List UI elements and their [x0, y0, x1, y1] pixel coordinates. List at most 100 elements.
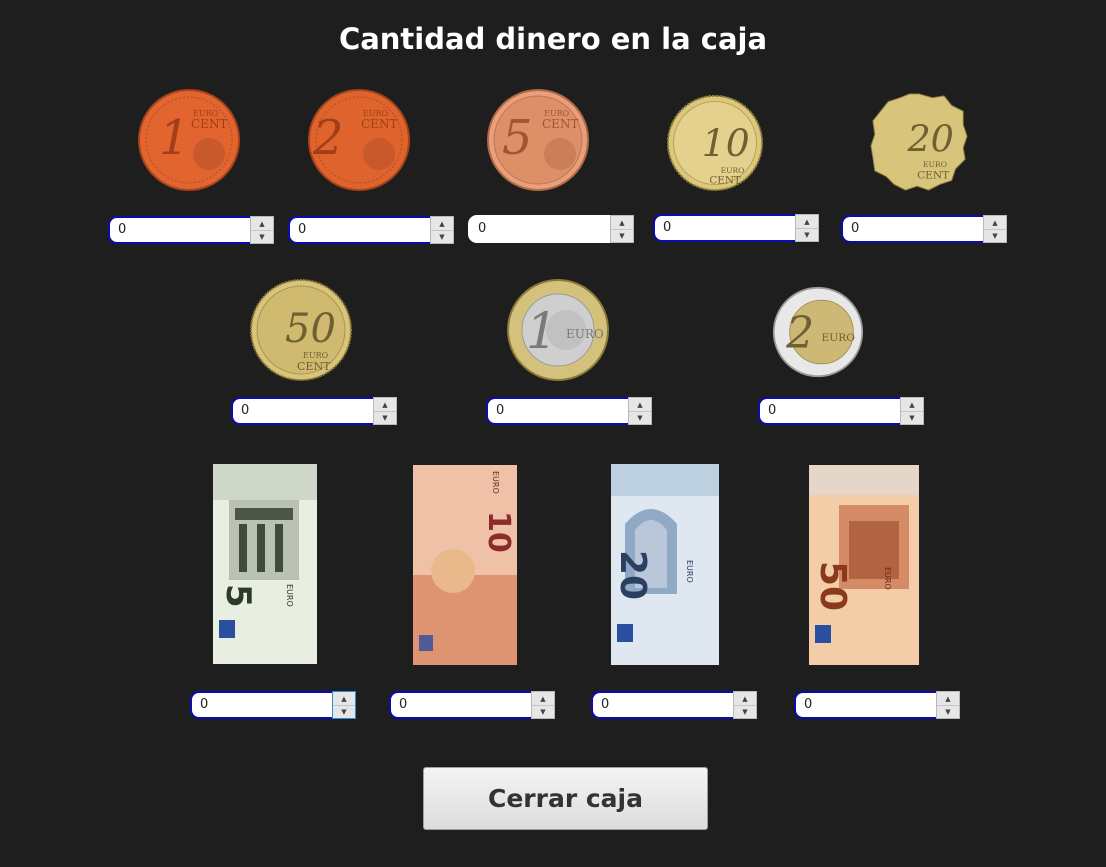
- spinner-arrows: ▲ ▼: [936, 691, 960, 719]
- note-5-euro-image: 5 EURO: [213, 464, 317, 664]
- note-20-euro-image: 20 EURO: [611, 464, 719, 665]
- increment-arrow-icon[interactable]: ▲: [333, 692, 355, 706]
- spinner-arrows: ▲ ▼: [373, 397, 397, 425]
- decrement-arrow-icon[interactable]: ▼: [937, 705, 959, 718]
- coin-20-cent-image: 20 EURO CENT: [869, 92, 969, 192]
- decrement-arrow-icon[interactable]: ▼: [251, 230, 273, 243]
- svg-text:EURO: EURO: [685, 560, 694, 583]
- spinner-arrows: ▲ ▼: [250, 216, 274, 244]
- spinner-arrows: ▲ ▼: [430, 216, 454, 244]
- coin-2-euro-label: 2: [785, 308, 814, 359]
- spinner-note-50-euro: ▲ ▼: [794, 691, 960, 723]
- coin-2-euro-image: 2 EURO: [772, 286, 864, 378]
- increment-arrow-icon[interactable]: ▲: [901, 398, 923, 412]
- decrement-arrow-icon[interactable]: ▼: [796, 228, 818, 241]
- spinner-note-20-euro: ▲ ▼: [591, 691, 757, 723]
- svg-text:EURO: EURO: [285, 584, 294, 607]
- spinner-coin-2-cent: ▲ ▼: [288, 216, 454, 248]
- increment-arrow-icon[interactable]: ▲: [611, 216, 633, 230]
- close-register-button[interactable]: Cerrar caja: [423, 767, 708, 830]
- note-20-euro-quantity-input[interactable]: [601, 695, 725, 713]
- spinner-coin-20-cent: ▲ ▼: [841, 215, 1007, 247]
- coin-2-cent-image: 2 EURO CENT: [307, 88, 411, 192]
- note-50-euro-label: 50: [812, 561, 853, 611]
- decrement-arrow-icon[interactable]: ▼: [532, 705, 554, 718]
- coin-5-cent-image: 5 EURO CENT: [486, 88, 590, 192]
- coin-5-cent-quantity-input[interactable]: [478, 219, 602, 237]
- coin-2-cent-label: 2: [312, 110, 344, 166]
- increment-arrow-icon[interactable]: ▲: [796, 215, 818, 229]
- spinner-coin-2-euro: ▲ ▼: [758, 397, 924, 429]
- spinner-arrows: ▲ ▼: [332, 691, 356, 719]
- coin-50-cent-quantity-input[interactable]: [241, 401, 365, 419]
- increment-arrow-icon[interactable]: ▲: [431, 217, 453, 231]
- spinner-arrows: ▲ ▼: [628, 397, 652, 425]
- coin-1-euro-image: 1 EURO: [506, 278, 610, 382]
- decrement-arrow-icon[interactable]: ▼: [431, 230, 453, 243]
- note-5-euro-label: 5: [218, 584, 258, 608]
- decrement-arrow-icon[interactable]: ▼: [333, 705, 355, 718]
- page-title: Cantidad dinero en la caja: [338, 22, 768, 56]
- svg-text:CENT: CENT: [917, 170, 949, 182]
- note-10-euro-quantity-input[interactable]: [399, 695, 523, 713]
- coin-50-cent-label: 50: [285, 306, 336, 352]
- spinner-coin-1-cent: ▲ ▼: [108, 216, 274, 248]
- spinner-note-5-euro: ▲ ▼: [190, 691, 356, 723]
- increment-arrow-icon[interactable]: ▲: [374, 398, 396, 412]
- spinner-coin-10-cent: ▲ ▼: [653, 214, 819, 246]
- coin-5-cent-label: 5: [502, 110, 533, 166]
- coin-1-cent-image: 1 EURO CENT: [137, 88, 241, 192]
- note-20-euro-label: 20: [612, 550, 653, 600]
- svg-text:EURO: EURO: [491, 471, 500, 494]
- spinner-arrows: ▲ ▼: [795, 214, 819, 242]
- spinner-coin-50-cent: ▲ ▼: [231, 397, 397, 429]
- increment-arrow-icon[interactable]: ▲: [251, 217, 273, 231]
- svg-text:EURO: EURO: [883, 567, 892, 590]
- note-50-euro-image: 50 EURO: [809, 465, 919, 665]
- decrement-arrow-icon[interactable]: ▼: [629, 411, 651, 424]
- coin-1-cent-quantity-input[interactable]: [118, 220, 242, 238]
- coin-10-cent-image: 10 EURO CENT: [666, 94, 764, 192]
- svg-text:CENT: CENT: [542, 117, 578, 131]
- spinner-coin-5-cent: ▲ ▼: [468, 215, 634, 247]
- spinner-arrows: ▲ ▼: [733, 691, 757, 719]
- decrement-arrow-icon[interactable]: ▼: [734, 705, 756, 718]
- svg-text:CENT: CENT: [297, 360, 331, 373]
- note-10-euro-image: 10 EURO: [413, 465, 517, 665]
- coin-50-cent-image: 50 EURO CENT: [249, 278, 353, 382]
- svg-text:EURO: EURO: [303, 351, 329, 360]
- coin-10-cent-quantity-input[interactable]: [663, 218, 787, 236]
- coin-10-cent-label: 10: [702, 121, 750, 165]
- coin-1-cent-label: 1: [159, 110, 190, 166]
- svg-text:EURO: EURO: [822, 331, 856, 344]
- spinner-coin-1-euro: ▲ ▼: [486, 397, 652, 429]
- spinner-arrows: ▲ ▼: [900, 397, 924, 425]
- note-50-euro-quantity-input[interactable]: [804, 695, 928, 713]
- spinner-arrows: ▲ ▼: [610, 215, 634, 243]
- increment-arrow-icon[interactable]: ▲: [532, 692, 554, 706]
- increment-arrow-icon[interactable]: ▲: [629, 398, 651, 412]
- coin-1-euro-quantity-input[interactable]: [496, 401, 620, 419]
- spinner-arrows: ▲ ▼: [531, 691, 555, 719]
- decrement-arrow-icon[interactable]: ▼: [984, 229, 1006, 242]
- svg-text:CENT: CENT: [709, 175, 741, 187]
- coin-20-cent-label: 20: [906, 118, 953, 161]
- coin-2-cent-quantity-input[interactable]: [298, 220, 422, 238]
- coin-1-euro-label: 1: [526, 302, 558, 360]
- spinner-note-10-euro: ▲ ▼: [389, 691, 555, 723]
- decrement-arrow-icon[interactable]: ▼: [611, 229, 633, 242]
- svg-text:CENT: CENT: [361, 117, 397, 131]
- svg-text:CENT: CENT: [191, 117, 227, 131]
- decrement-arrow-icon[interactable]: ▼: [374, 411, 396, 424]
- note-5-euro-quantity-input[interactable]: [200, 695, 324, 713]
- increment-arrow-icon[interactable]: ▲: [984, 216, 1006, 230]
- increment-arrow-icon[interactable]: ▲: [734, 692, 756, 706]
- note-10-euro-label: 10: [481, 511, 516, 553]
- svg-text:EURO: EURO: [923, 160, 947, 169]
- coin-20-cent-quantity-input[interactable]: [851, 219, 975, 237]
- coin-2-euro-quantity-input[interactable]: [768, 401, 892, 419]
- increment-arrow-icon[interactable]: ▲: [937, 692, 959, 706]
- svg-text:EURO: EURO: [566, 327, 604, 341]
- spinner-arrows: ▲ ▼: [983, 215, 1007, 243]
- decrement-arrow-icon[interactable]: ▼: [901, 411, 923, 424]
